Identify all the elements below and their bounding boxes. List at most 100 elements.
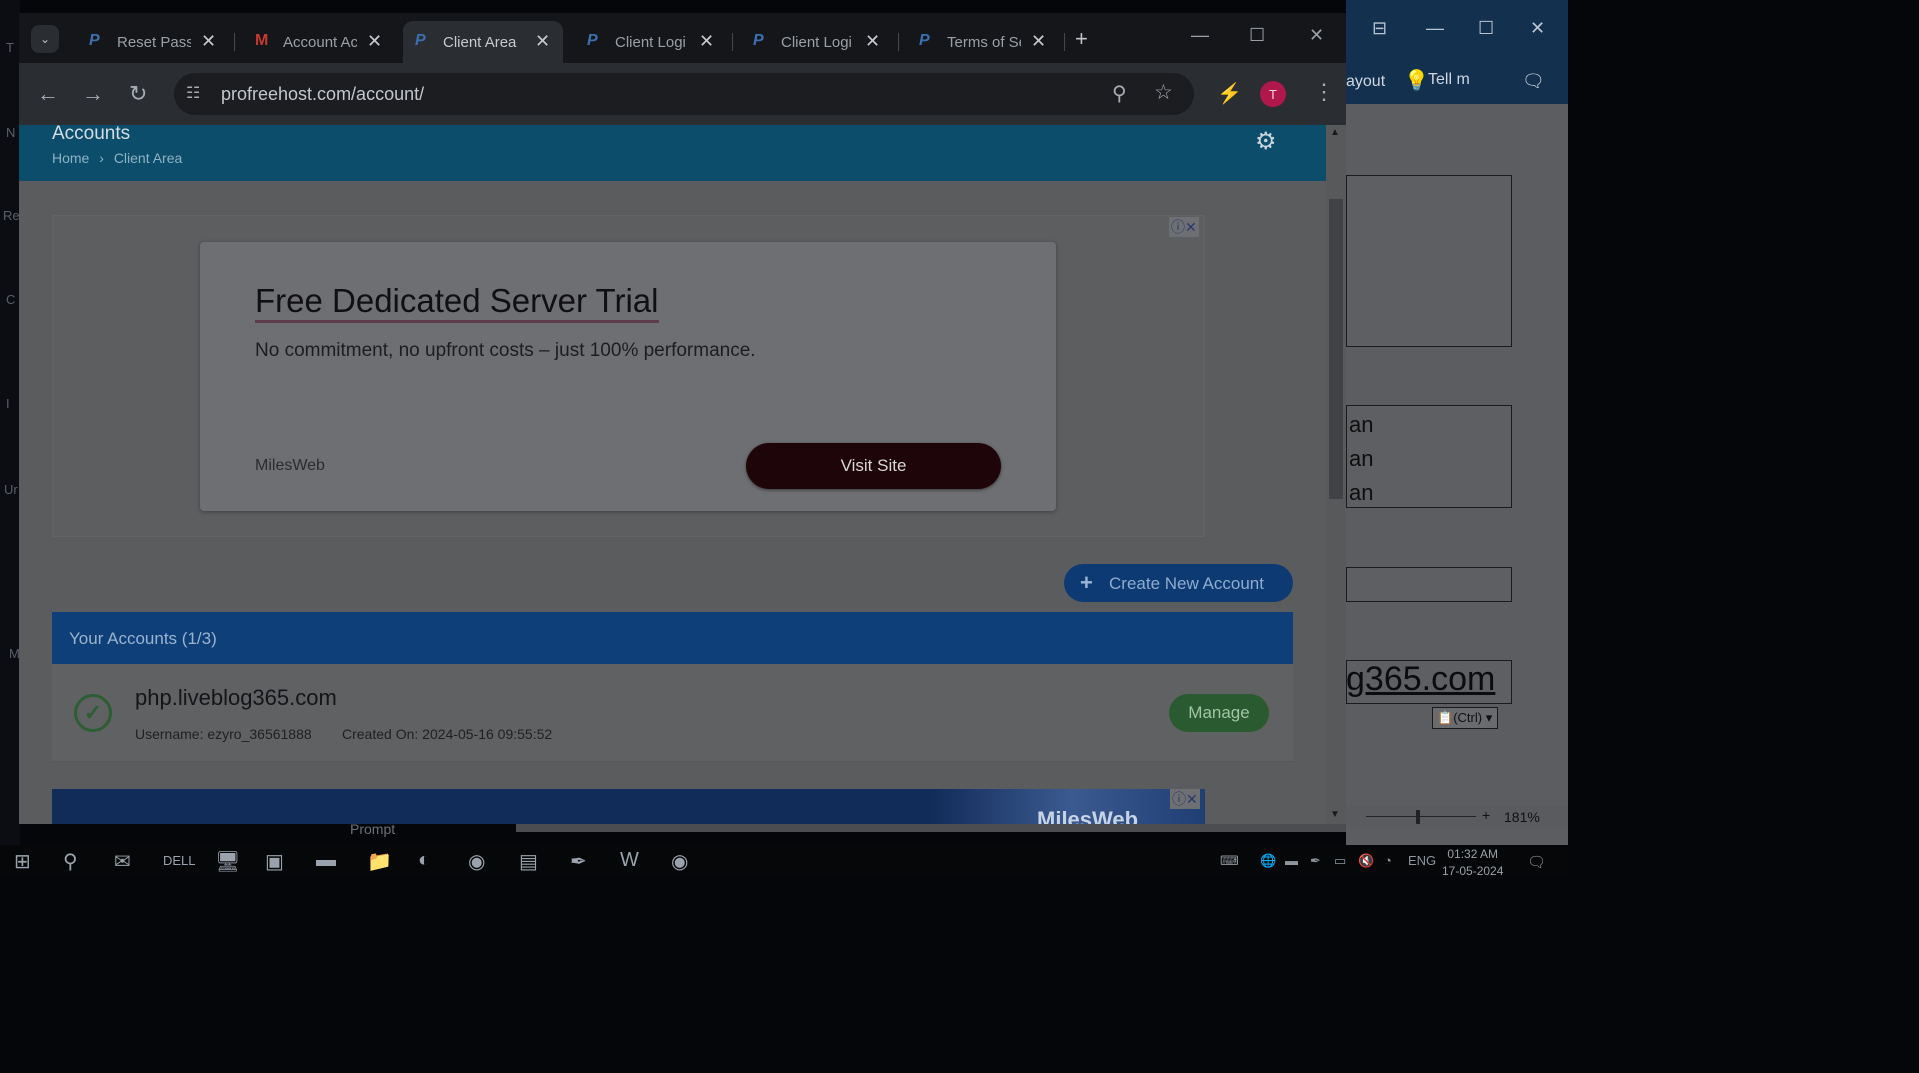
word-icon[interactable]: W — [620, 849, 639, 872]
notifications-icon[interactable]: 🗨 — [1527, 853, 1546, 871]
ad-choices-icons[interactable]: ⓘ✕ — [1169, 217, 1199, 237]
mail-icon[interactable]: ✉ — [114, 849, 131, 874]
close-tab-icon[interactable]: ✕ — [367, 31, 382, 52]
tab-title: Client Logi — [781, 34, 852, 51]
maximize-icon[interactable]: ☐ — [1478, 18, 1494, 39]
computer-icon[interactable]: 🖥 — [215, 849, 240, 874]
scrollbar-thumb[interactable] — [1329, 199, 1343, 499]
more-menu-icon[interactable]: ⋮ — [1313, 79, 1335, 105]
wifi-icon[interactable]: ◔ — [1384, 853, 1392, 868]
manage-button[interactable]: Manage — [1169, 694, 1269, 732]
chrome-icon[interactable]: ◉ — [468, 849, 485, 874]
username-value: ezyro_36561888 — [207, 726, 312, 742]
minimize-icon[interactable]: — — [1191, 25, 1209, 46]
tab-client-login[interactable]: P Client Logi ✕ — [741, 21, 901, 63]
tab-client-area[interactable]: P Client Area ✕ — [403, 21, 563, 63]
tab-strip: ⌄ P Reset Passw ✕ M Account Ac ✕ P Clien… — [19, 13, 1346, 63]
scroll-down-icon[interactable]: ▼ — [1330, 809, 1340, 820]
url-text[interactable]: profreehost.com/account/ — [221, 84, 424, 105]
edge-icon[interactable]: ◐ — [418, 849, 430, 872]
windows-start-icon[interactable]: ⊞ — [14, 849, 31, 874]
feather-icon[interactable]: ✒ — [1310, 853, 1321, 869]
ad-choices-icons[interactable]: ⓘ✕ — [1170, 789, 1200, 809]
zoom-slider[interactable] — [1366, 816, 1476, 817]
close-tab-icon[interactable]: ✕ — [201, 31, 216, 52]
app-icon[interactable]: ▣ — [265, 849, 284, 874]
desktop-text: C — [6, 292, 16, 307]
close-tab-icon[interactable]: ✕ — [1031, 31, 1046, 52]
close-window-icon[interactable]: ✕ — [1309, 25, 1324, 46]
zoom-magnifier-icon[interactable]: ⚲ — [1112, 81, 1127, 106]
scroll-up-icon[interactable]: ▲ — [1330, 127, 1340, 138]
paste-options-button[interactable]: 📋(Ctrl) ▾ — [1432, 707, 1498, 729]
back-arrow-icon[interactable]: ← — [37, 81, 59, 107]
info-icon[interactable]: ⓘ — [1172, 791, 1186, 807]
app-icon[interactable]: ▤ — [519, 849, 538, 874]
tab-terms-of-service[interactable]: P Terms of Se ✕ — [907, 21, 1067, 63]
forward-arrow-icon[interactable]: → — [82, 81, 104, 107]
document-link-text: g365.com — [1346, 660, 1496, 698]
close-ad-icon[interactable]: ✕ — [1185, 219, 1197, 235]
zoom-slider-knob[interactable] — [1416, 810, 1420, 824]
breadcrumb-current: Client Area — [113, 150, 183, 166]
language-indicator[interactable]: ENG — [1408, 853, 1436, 868]
mute-icon[interactable]: 🔇 — [1358, 853, 1374, 869]
document-text: an — [1349, 480, 1374, 505]
system-clock[interactable]: 01:32 AM 17-05-2024 — [1442, 846, 1503, 877]
profile-avatar[interactable]: T — [1260, 81, 1286, 107]
close-tab-icon[interactable]: ✕ — [535, 31, 550, 52]
info-icon[interactable]: ⓘ — [1171, 219, 1185, 235]
window-icon[interactable]: ▬ — [316, 849, 336, 872]
tab-title: Client Logi — [615, 34, 686, 51]
ad-card[interactable]: Free Dedicated Server Trial No commitmen… — [200, 242, 1056, 511]
ad-brand: MilesWeb — [255, 457, 325, 474]
new-tab-button[interactable]: + — [1075, 26, 1088, 52]
chrome-profile-icon[interactable]: ◉ — [671, 849, 688, 874]
tell-me-box[interactable]: Tell m — [1428, 71, 1470, 89]
address-bar[interactable]: ☷ profreehost.com/account/ ⚲ ☆ — [174, 73, 1194, 115]
ribbon-display-icon[interactable]: ⊟ — [1372, 18, 1387, 39]
breadcrumb-home[interactable]: Home — [52, 150, 89, 166]
extensions-icon[interactable]: ⚡ — [1217, 81, 1242, 106]
create-new-account-button[interactable]: + Create New Account — [1064, 564, 1293, 602]
close-ad-icon[interactable]: ✕ — [1186, 791, 1198, 807]
ad-title[interactable]: Free Dedicated Server Trial — [255, 282, 659, 323]
site-info-icon[interactable]: ☷ — [186, 83, 200, 103]
bookmark-star-icon[interactable]: ☆ — [1154, 80, 1173, 105]
tab-search-button[interactable]: ⌄ — [31, 25, 59, 53]
gear-icon[interactable]: ⚙ — [1255, 127, 1277, 156]
zoom-in-icon[interactable]: + — [1482, 807, 1490, 823]
maximize-icon[interactable]: ☐ — [1249, 25, 1265, 46]
tab-client-login[interactable]: P Client Logi ✕ — [575, 21, 735, 63]
close-tab-icon[interactable]: ✕ — [699, 31, 714, 52]
page-scrollbar[interactable]: ▲ ▼ — [1326, 125, 1346, 824]
globe-icon[interactable]: 🌐 — [1260, 853, 1276, 869]
accounts-header: Your Accounts (1/3) — [52, 612, 1293, 664]
tray-window-icon[interactable]: ▬ — [1285, 853, 1298, 868]
ad-banner-logo: MilesWeb — [1037, 807, 1139, 824]
ad-banner[interactable]: MilesWeb ⓘ✕ — [52, 789, 1205, 824]
desktop-text: N — [6, 125, 16, 140]
reload-icon[interactable]: ↻ — [129, 81, 147, 107]
keyboard-icon[interactable]: ⌨ — [1220, 853, 1239, 869]
zoom-level[interactable]: 181% — [1504, 809, 1540, 825]
close-tab-icon[interactable]: ✕ — [865, 31, 880, 52]
taskbar: ⊞ ⚲ ✉ DELL 🖥 ▣ ▬ 📁 ◐ ◉ ▤ ✒ W ◉ ⌨ 🌐 ▬ ✒ ▭… — [0, 845, 1568, 877]
battery-icon[interactable]: ▭ — [1334, 853, 1346, 869]
visit-site-button[interactable]: Visit Site — [746, 443, 1001, 489]
profreehost-icon: P — [919, 32, 930, 49]
plus-icon: + — [1080, 570, 1093, 595]
search-icon[interactable]: ⚲ — [63, 849, 78, 874]
comment-icon[interactable]: 🗨 — [1522, 71, 1545, 92]
file-explorer-icon[interactable]: 📁 — [367, 849, 392, 874]
tab-account-gmail[interactable]: M Account Ac ✕ — [243, 21, 403, 63]
check-circle-icon: ✓ — [74, 694, 112, 732]
ribbon-tab-layout[interactable]: ayout — [1346, 73, 1385, 91]
created-value: 2024-05-16 09:55:52 — [422, 726, 553, 742]
feather-icon[interactable]: ✒ — [570, 849, 587, 874]
dell-icon[interactable]: DELL — [163, 853, 196, 868]
document-text: an — [1349, 412, 1374, 437]
tab-reset-password[interactable]: P Reset Passw ✕ — [77, 21, 237, 63]
close-icon[interactable]: ✕ — [1530, 18, 1545, 39]
minimize-icon[interactable]: — — [1426, 18, 1444, 39]
